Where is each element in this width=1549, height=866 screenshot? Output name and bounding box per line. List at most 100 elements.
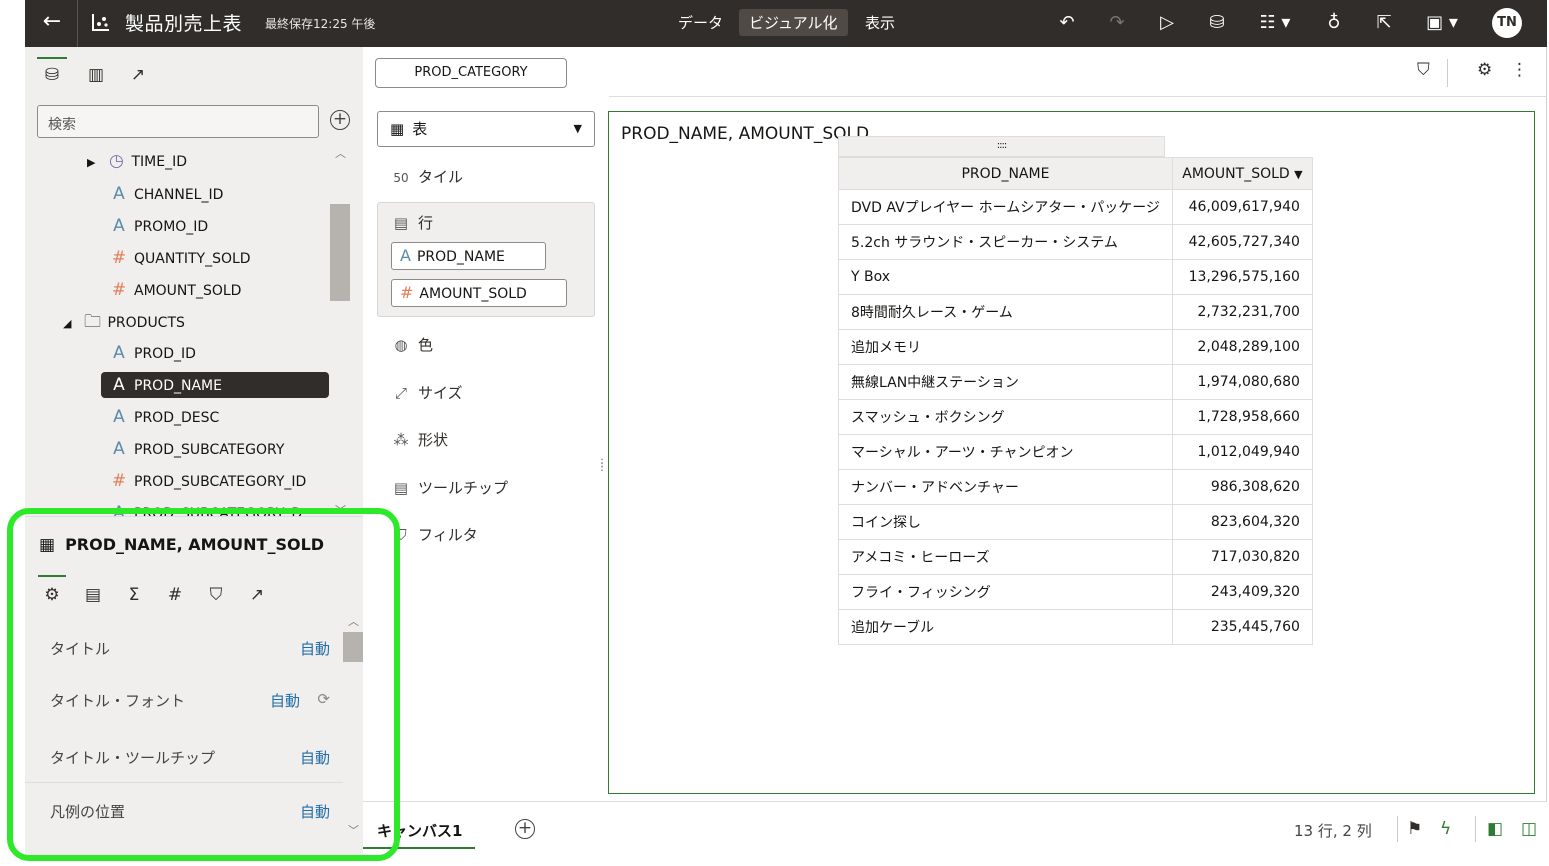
visualizations-tab-icon[interactable]: ▥ <box>81 61 111 89</box>
legend-position-value[interactable]: 自動 <box>300 801 330 822</box>
collapse-arrow-icon[interactable]: ◢ <box>63 317 71 330</box>
divider <box>1397 816 1398 842</box>
nav-visualize-tab[interactable]: ビジュアル化 <box>739 9 848 36</box>
table-row[interactable]: コイン探し 823,604,320 <box>838 504 1313 540</box>
undo-icon[interactable]: ↶ <box>1055 11 1079 35</box>
table-row[interactable]: 5.2ch サラウンド・スピーカー・システム 42,605,727,340 <box>838 224 1313 260</box>
grammar-size[interactable]: ⤢ サイズ <box>390 382 463 403</box>
cell-amount-sold: 717,030,820 <box>1171 539 1313 575</box>
table-row[interactable]: アメコミ・ヒーローズ 717,030,820 <box>838 539 1313 575</box>
column-header-amount-sold[interactable]: AMOUNT_SOLD ▼ <box>1171 157 1313 190</box>
tree-item-prod-desc[interactable]: A PROD_DESC <box>108 404 219 430</box>
table-row[interactable]: 追加ケーブル 235,445,760 <box>838 609 1313 645</box>
data-action-icon[interactable]: ⚙ <box>1477 60 1492 80</box>
filter-settings-icon[interactable]: ⛉ <box>1417 60 1430 80</box>
scrollbar-thumb[interactable] <box>330 204 350 301</box>
preview-play-icon[interactable]: ▷ <box>1155 11 1179 35</box>
palette-icon: ◍ <box>394 336 408 354</box>
filter-chip-prod-category[interactable]: PROD_CATEGORY <box>375 58 567 88</box>
scroll-down-icon[interactable]: ﹀ <box>348 822 359 838</box>
toggle-properties-panel-icon[interactable]: ◫ <box>1521 819 1537 839</box>
table-settings-icon[interactable]: ▤ <box>79 582 107 608</box>
panel-resize-handle[interactable]: ⋮ ⋮ <box>597 459 607 473</box>
insights-lightbulb-icon[interactable]: ♁ <box>1322 11 1346 35</box>
back-arrow-icon[interactable]: ← <box>39 10 65 36</box>
tree-item-prod-id[interactable]: A PROD_ID <box>108 340 196 366</box>
nav-present-tab[interactable]: 表示 <box>855 9 905 36</box>
tree-item-prod-subcategory-desc[interactable]: A PROD_SUBCATEGORY_D <box>108 500 302 516</box>
title-value[interactable]: 自動 <box>300 638 330 659</box>
reset-icon[interactable]: ⟳ <box>317 690 330 708</box>
tree-item-amount-sold[interactable]: # AMOUNT_SOLD <box>108 277 242 303</box>
cell-amount-sold: 243,409,320 <box>1171 574 1313 610</box>
data-tab-icon[interactable]: ⛁ <box>37 57 67 89</box>
toggle-left-panel-icon[interactable]: ◧ <box>1487 819 1503 839</box>
table-row[interactable]: Y Box 13,296,575,160 <box>838 259 1313 295</box>
grammar-color[interactable]: ◍ 色 <box>390 334 433 355</box>
export-icon[interactable]: ⇱ <box>1372 11 1396 35</box>
save-icon[interactable]: ▣ ▾ <box>1422 11 1462 35</box>
scroll-up-icon[interactable]: ︿ <box>335 145 346 161</box>
table-row[interactable]: 無線LAN中継ステーション 1,974,080,680 <box>838 364 1313 400</box>
tree-item-prod-subcategory[interactable]: A PROD_SUBCATEGORY <box>108 436 284 462</box>
tree-item-prod-name[interactable]: A PROD_NAME <box>101 372 329 398</box>
table-row[interactable]: スマッシュ・ボクシング 1,728,958,660 <box>838 399 1313 435</box>
visualization-frame[interactable]: PROD_NAME, AMOUNT_SOLD :::: PROD_NAME AM… <box>608 111 1535 794</box>
table-row[interactable]: DVD AVプレイヤー ホームシアター・パッケージ 46,009,617,940 <box>838 189 1313 225</box>
tree-item-promo-id[interactable]: A PROMO_ID <box>108 213 208 239</box>
redo-icon[interactable]: ↷ <box>1105 11 1129 35</box>
nav-data-tab[interactable]: データ <box>668 9 733 36</box>
scroll-up-icon[interactable]: ︿ <box>348 613 359 629</box>
canvas-tab[interactable]: キャンバス1 <box>362 820 476 849</box>
grammar-tile[interactable]: 50 タイル <box>390 166 463 187</box>
search-input[interactable]: 検索 <box>37 105 319 138</box>
add-data-icon[interactable]: + <box>330 110 350 130</box>
properties-scrollbar-thumb[interactable] <box>343 632 363 662</box>
tile-icon: 50 <box>393 171 409 185</box>
comments-icon[interactable]: ☷ ▾ <box>1255 11 1295 35</box>
drag-handle-icon[interactable]: :::: <box>838 136 1165 157</box>
tree-item-quantity-sold[interactable]: # QUANTITY_SOLD <box>108 245 251 271</box>
analytics-icon[interactable]: ↗ <box>243 582 271 608</box>
table-row[interactable]: 8時間耐久レース・ゲーム 2,732,231,700 <box>838 294 1313 330</box>
expand-arrow-icon[interactable]: ▶ <box>87 156 95 169</box>
title-font-value[interactable]: 自動 <box>270 690 300 711</box>
table-row[interactable]: マーシャル・アーツ・チャンピオン 1,012,049,940 <box>838 434 1313 470</box>
title-tooltip-value[interactable]: 自動 <box>300 747 330 768</box>
viz-type-select[interactable]: ▦ 表 ▼ <box>377 111 595 147</box>
general-settings-gear-icon[interactable]: ⚙ <box>38 575 66 608</box>
totals-sigma-icon[interactable]: Σ <box>120 582 148 608</box>
grammar-filter[interactable]: ⛉ フィルタ <box>390 524 477 545</box>
table-row[interactable]: フライ・フィッシング 243,409,320 <box>838 574 1313 610</box>
filter-icon[interactable]: ⛉ <box>202 582 230 608</box>
number-format-icon[interactable]: # <box>161 582 189 608</box>
grammar-panel: PROD_CATEGORY ▦ 表 ▼ 50 タイル ▤ 行 A PROD_NAME #… <box>363 47 609 801</box>
rows-pill-prod-name[interactable]: A PROD_NAME <box>391 242 546 270</box>
user-avatar[interactable]: TN <box>1492 8 1522 38</box>
properties-title: ▦ PROD_NAME, AMOUNT_SOLD <box>39 535 325 555</box>
table-row[interactable]: 追加メモリ 2,048,289,100 <box>838 329 1313 365</box>
tree-item-products-folder[interactable]: ◢ 🗀 PRODUCTS <box>63 309 185 335</box>
grammar-tooltip[interactable]: ▤ ツールチップ <box>390 477 508 498</box>
cell-prod-name: スマッシュ・ボクシング <box>838 399 1173 435</box>
visualization-title: PROD_NAME, AMOUNT_SOLD <box>621 124 870 144</box>
cell-amount-sold: 46,009,617,940 <box>1171 189 1313 225</box>
cell-prod-name: フライ・フィッシング <box>838 574 1173 610</box>
analytics-tab-icon[interactable]: ↗ <box>123 61 153 89</box>
more-menu-icon[interactable]: ⋮ <box>1511 60 1528 80</box>
add-canvas-icon[interactable]: + <box>515 819 535 839</box>
measure-icon: # <box>111 280 127 300</box>
grammar-shape[interactable]: ⁂ 形状 <box>390 429 449 450</box>
tree-item-prod-subcategory-id[interactable]: # PROD_SUBCATEGORY_ID <box>108 468 306 494</box>
rows-pill-amount-sold[interactable]: # AMOUNT_SOLD <box>391 279 567 307</box>
sort-desc-icon[interactable]: ▼ <box>1294 168 1302 181</box>
refresh-data-icon[interactable]: ⛁ <box>1205 11 1229 35</box>
brushing-icon[interactable]: ⚑ <box>1407 819 1422 839</box>
table-row[interactable]: ナンバー・アドベンチャー 986,308,620 <box>838 469 1313 505</box>
column-header-prod-name[interactable]: PROD_NAME <box>838 157 1173 190</box>
auto-apply-icon[interactable]: ϟ <box>1440 819 1451 839</box>
tree-item-time-id[interactable]: ▶ ◷ TIME_ID <box>87 148 187 174</box>
tree-item-channel-id[interactable]: A CHANNEL_ID <box>108 181 223 207</box>
rows-drop-zone[interactable]: ▤ 行 A PROD_NAME # AMOUNT_SOLD <box>377 202 595 317</box>
cell-amount-sold: 1,728,958,660 <box>1171 399 1313 435</box>
